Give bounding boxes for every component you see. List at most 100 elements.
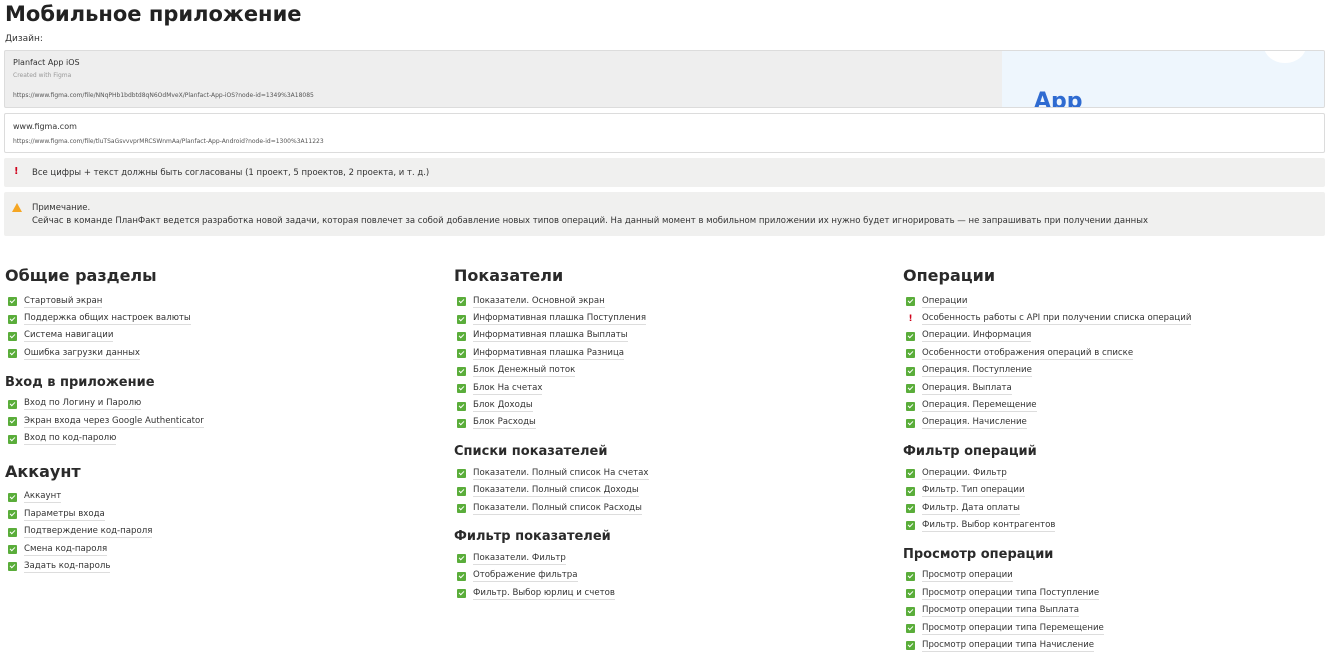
page-link-item[interactable]: Блок На счетах	[454, 380, 894, 397]
page-link[interactable]: Фильтр. Дата оплаты	[922, 503, 1020, 515]
page-link-item[interactable]: Система навигации	[5, 328, 445, 345]
page-link[interactable]: Операции	[922, 296, 968, 308]
page-link-item[interactable]: Параметры входа	[5, 506, 445, 523]
checkbox-checked-icon	[8, 527, 17, 537]
page-link-item[interactable]: Блок Денежный поток	[454, 363, 894, 380]
section-heading: Операции	[903, 266, 996, 285]
page-link-item[interactable]: Показатели. Полный список На счетах	[454, 465, 894, 482]
section-heading: Аккаунт	[5, 461, 81, 481]
page-link-item[interactable]: Просмотр операции	[903, 568, 1340, 585]
page-link[interactable]: Просмотр операции типа Выплата	[922, 605, 1080, 618]
page-link[interactable]: Операция. Поступление	[922, 365, 1032, 378]
page-link[interactable]: Стартовый экран	[24, 296, 103, 308]
page-link[interactable]: Подтверждение код-пароля	[24, 526, 153, 539]
page-link[interactable]: Фильтр. Выбор контрагентов	[922, 520, 1056, 532]
page-link[interactable]: Показатели. Основной экран	[473, 296, 605, 308]
page-link[interactable]: Особенность работы с API при получении с…	[922, 313, 1192, 326]
page-link[interactable]: Система навигации	[24, 330, 114, 343]
page-link-item[interactable]: Вход по код-паролю	[5, 430, 445, 447]
page-link[interactable]: Блок Денежный поток	[473, 365, 576, 378]
page-link-item[interactable]: Фильтр. Выбор юрлиц и счетов	[454, 585, 894, 602]
page-link-item[interactable]: Показатели. Основной экран	[454, 293, 894, 310]
page-link-item[interactable]: Задать код-пароль	[5, 558, 445, 575]
checkbox-checked-icon	[906, 331, 915, 341]
page-link[interactable]: Ошибка загрузки данных	[24, 348, 140, 360]
page-link[interactable]: Параметры входа	[24, 509, 105, 521]
page-link[interactable]: Операции. Информация	[922, 330, 1032, 343]
page-link[interactable]: Блок Доходы	[473, 400, 533, 413]
page-link-item[interactable]: Информативная плашка Разница	[454, 345, 894, 362]
page-link[interactable]: Отображение фильтра	[473, 570, 578, 583]
page-link[interactable]: Показатели. Фильтр	[473, 553, 566, 565]
page-link-item[interactable]: Фильтр. Выбор контрагентов	[903, 517, 1340, 534]
link-card-url[interactable]: https://www.figma.com/file/NNqPHb1bdbtd8…	[13, 92, 314, 99]
page-link[interactable]: Фильтр. Выбор юрлиц и счетов	[473, 588, 615, 600]
page-link-item[interactable]: Операция. Поступление	[903, 363, 1340, 380]
page-link[interactable]: Информативная плашка Разница	[473, 348, 625, 360]
page-link-item[interactable]: Операции. Фильтр	[903, 465, 1340, 482]
page-link[interactable]: Показатели. Полный список Расходы	[473, 503, 642, 515]
page-link[interactable]: Смена код-пароля	[24, 544, 108, 556]
page-link-item[interactable]: Вход по Логину и Паролю	[5, 396, 445, 413]
page-link[interactable]: Показатели. Полный список Доходы	[473, 485, 639, 498]
page-link-item[interactable]: Смена код-пароля	[5, 541, 445, 558]
page-link[interactable]: Блок На счетах	[473, 383, 543, 395]
page-link[interactable]: Операции. Фильтр	[922, 468, 1007, 480]
section-heading: Общие разделы	[5, 266, 157, 285]
page-link-item[interactable]: Блок Расходы	[454, 415, 894, 432]
page-link[interactable]: Показатели. Полный список На счетах	[473, 468, 649, 480]
page-link-item[interactable]: Подтверждение код-пароля	[5, 524, 445, 541]
page-link[interactable]: Просмотр операции	[922, 570, 1013, 583]
page-link[interactable]: Вход по код-паролю	[24, 433, 117, 446]
page-link-item[interactable]: Информативная плашка Поступления	[454, 310, 894, 327]
checkbox-checked-icon	[457, 349, 466, 359]
page-link[interactable]: Фильтр. Тип операции	[922, 485, 1025, 498]
page-link-item[interactable]: Операция. Выплата	[903, 380, 1340, 397]
page-link[interactable]: Аккаунт	[24, 491, 62, 504]
link-card-title: Planfact App iOS	[13, 58, 80, 67]
link-card-url[interactable]: https://www.figma.com/file/tluTSaGsvvvpr…	[13, 138, 324, 145]
page-link-item[interactable]: Экран входа через Google Authenticator	[5, 413, 445, 430]
page-link[interactable]: Операция. Перемещение	[922, 400, 1037, 413]
page-link-item[interactable]: Фильтр. Дата оплаты	[903, 500, 1340, 517]
page-link[interactable]: Просмотр операции типа Поступление	[922, 588, 1100, 600]
page-link[interactable]: Поддержка общих настроек валюты	[24, 313, 191, 326]
figma-ios-link-card[interactable]: Planfact App iOS Created with Figma http…	[4, 50, 1325, 108]
page-link[interactable]: Экран входа через Google Authenticator	[24, 416, 204, 428]
page-link[interactable]: Особенности отображения операций в списк…	[922, 348, 1134, 360]
page-link[interactable]: Информативная плашка Поступления	[473, 313, 647, 326]
page-link-item[interactable]: Просмотр операции типа Перемещение	[903, 620, 1340, 637]
page-link-item[interactable]: Особенности отображения операций в списк…	[903, 345, 1340, 362]
page-link-item[interactable]: Операции	[903, 293, 1340, 310]
page-link-item[interactable]: Поддержка общих настроек валюты	[5, 310, 445, 327]
page-link[interactable]: Вход по Логину и Паролю	[24, 398, 142, 411]
note-heading: Примечание.	[32, 203, 91, 213]
page-link-item[interactable]: Просмотр операции типа Поступление	[903, 585, 1340, 602]
page-link-item[interactable]: Показатели. Полный список Доходы	[454, 483, 894, 500]
page-link-item[interactable]: ! Особенность работы с API при получении …	[903, 310, 1340, 327]
page-link-item[interactable]: Аккаунт	[5, 489, 445, 506]
page-link-item[interactable]: Отображение фильтра	[454, 568, 894, 585]
page-link-item[interactable]: Фильтр. Тип операции	[903, 483, 1340, 500]
page-link[interactable]: Просмотр операции типа Перемещение	[922, 623, 1104, 635]
checkbox-checked-icon	[8, 510, 17, 520]
page-link[interactable]: Операция. Начисление	[922, 417, 1027, 430]
warning-panel: ! Все цифры + текст должны быть согласов…	[4, 158, 1325, 187]
page-link-item[interactable]: Показатели. Полный список Расходы	[454, 500, 894, 517]
page-link-item[interactable]: Операция. Начисление	[903, 415, 1340, 432]
page-link[interactable]: Операция. Выплата	[922, 383, 1012, 395]
page-link-item[interactable]: Операция. Перемещение	[903, 397, 1340, 414]
page-link-item[interactable]: Стартовый экран	[5, 293, 445, 310]
page-link-item[interactable]: Операции. Информация	[903, 328, 1340, 345]
page-link[interactable]: Задать код-пароль	[24, 561, 111, 573]
page-link[interactable]: Блок Расходы	[473, 417, 536, 430]
page-link[interactable]: Информативная плашка Выплаты	[473, 330, 628, 343]
page-link-item[interactable]: Блок Доходы	[454, 397, 894, 414]
page-link-item[interactable]: Ошибка загрузки данных	[5, 345, 445, 362]
checkbox-checked-icon	[906, 486, 915, 496]
link-card-title: www.figma.com	[13, 122, 77, 131]
figma-android-link-card[interactable]: www.figma.com https://www.figma.com/file…	[4, 113, 1325, 153]
page-link-item[interactable]: Информативная плашка Выплаты	[454, 328, 894, 345]
page-link-item[interactable]: Просмотр операции типа Выплата	[903, 602, 1340, 619]
page-link-item[interactable]: Показатели. Фильтр	[454, 550, 894, 567]
